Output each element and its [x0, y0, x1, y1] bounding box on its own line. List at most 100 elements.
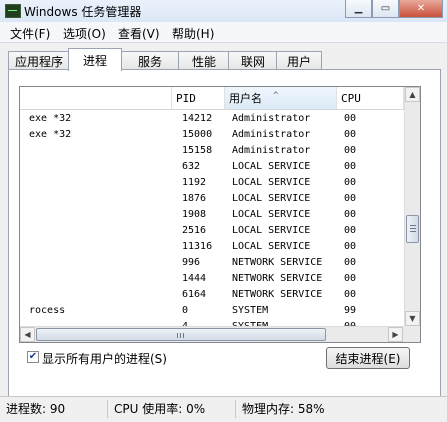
- column-header-pid[interactable]: PID: [172, 87, 225, 109]
- cpu-cell: 00: [344, 129, 357, 140]
- show-all-users-label[interactable]: 显示所有用户的进程(S): [42, 350, 167, 367]
- pid-cell: 1192: [182, 177, 207, 188]
- cpu-cell: 00: [344, 193, 357, 204]
- cpu-cell: 00: [344, 113, 357, 124]
- scroll-right-button[interactable]: ▶: [388, 327, 403, 342]
- cpu-cell: 99: [344, 305, 357, 316]
- menu-bar: 文件(F) 选项(O) 查看(V) 帮助(H): [0, 22, 447, 43]
- show-all-users-checkbox[interactable]: ✔: [27, 351, 39, 363]
- cpu-cell: 00: [344, 225, 357, 236]
- username-cell: NETWORK SERVICE: [232, 289, 323, 300]
- menu-help[interactable]: 帮助(H): [172, 25, 214, 42]
- cpu-cell: 00: [344, 257, 357, 268]
- process-rows: exe *32 14212 Administrator 00 exe *32 15000 A…: [20, 111, 404, 327]
- username-cell: NETWORK SERVICE: [232, 257, 323, 268]
- process-row[interactable]: 1908 LOCAL SERVICE 00: [20, 207, 404, 223]
- username-cell: Administrator: [232, 129, 311, 140]
- process-row[interactable]: 1444 NETWORK SERVICE 00: [20, 271, 404, 287]
- pid-cell: 632: [182, 161, 201, 172]
- column-header-cpu[interactable]: CPU: [337, 87, 404, 109]
- checkmark-icon: ✔: [28, 351, 38, 362]
- task-manager-app-icon: [5, 4, 21, 18]
- process-row[interactable]: 1192 LOCAL SERVICE 00: [20, 175, 404, 191]
- cpu-cell: 00: [344, 289, 357, 300]
- username-cell: LOCAL SERVICE: [232, 193, 311, 204]
- horizontal-scrollbar[interactable]: ◀ ▶: [20, 326, 404, 342]
- minimize-button[interactable]: ▁: [345, 0, 372, 18]
- username-cell: LOCAL SERVICE: [232, 161, 311, 172]
- pid-cell: 6164: [182, 289, 207, 300]
- end-process-button[interactable]: 结束进程(E): [326, 347, 410, 369]
- menu-options[interactable]: 选项(O): [63, 25, 106, 42]
- process-row[interactable]: exe *32 14212 Administrator 00: [20, 111, 404, 127]
- process-name-cell: rocess: [29, 305, 66, 316]
- pid-cell: 15000: [182, 129, 213, 140]
- close-button[interactable]: ✕: [399, 0, 443, 18]
- close-icon: ✕: [416, 3, 426, 14]
- window-controls: ▁ ▭ ✕: [345, 0, 443, 18]
- cpu-cell: 00: [344, 161, 357, 172]
- process-list-header: PID 用户名 ^ CPU: [20, 87, 420, 110]
- tab-processes[interactable]: 进程: [68, 48, 122, 71]
- maximize-icon: ▭: [380, 3, 391, 14]
- tab-applications[interactable]: 应用程序: [8, 51, 70, 70]
- process-row[interactable]: rocess 0 SYSTEM 99: [20, 303, 404, 319]
- pid-cell: 0: [182, 305, 189, 316]
- minimize-icon: ▁: [354, 3, 363, 14]
- username-cell: NETWORK SERVICE: [232, 273, 323, 284]
- process-row[interactable]: 996 NETWORK SERVICE 00: [20, 255, 404, 271]
- pid-cell: 1444: [182, 273, 207, 284]
- username-cell: LOCAL SERVICE: [232, 177, 311, 188]
- tab-services[interactable]: 服务: [120, 51, 180, 70]
- username-cell: LOCAL SERVICE: [232, 241, 311, 252]
- pid-cell: 1876: [182, 193, 207, 204]
- username-cell: LOCAL SERVICE: [232, 209, 311, 220]
- cpu-cell: 00: [344, 273, 357, 284]
- menu-file[interactable]: 文件(F): [10, 25, 50, 42]
- scroll-up-button[interactable]: ▲: [405, 87, 420, 102]
- status-bar: 进程数: 90 CPU 使用率: 0% 物理内存: 58%: [0, 396, 447, 422]
- scroll-left-button[interactable]: ◀: [20, 327, 35, 342]
- username-cell: Administrator: [232, 145, 311, 156]
- title-bar[interactable]: Windows 任务管理器 ▁ ▭ ✕: [0, 0, 447, 23]
- process-name-cell: exe *32: [29, 129, 72, 140]
- scroll-right-icon: ▶: [392, 330, 399, 339]
- maximize-button[interactable]: ▭: [372, 0, 399, 18]
- cpu-cell: 00: [344, 209, 357, 220]
- tab-performance[interactable]: 性能: [178, 51, 230, 70]
- process-row[interactable]: 632 LOCAL SERVICE 00: [20, 159, 404, 175]
- status-process-count: 进程数: 90: [2, 400, 108, 418]
- status-physical-memory: 物理内存: 58%: [242, 402, 325, 416]
- sort-ascending-icon: ^: [273, 91, 279, 101]
- vertical-scroll-thumb[interactable]: [406, 215, 419, 243]
- process-row[interactable]: 15158 Administrator 00: [20, 143, 404, 159]
- process-row[interactable]: 1876 LOCAL SERVICE 00: [20, 191, 404, 207]
- cpu-cell: 00: [344, 145, 357, 156]
- username-cell: Administrator: [232, 113, 311, 124]
- column-header-username[interactable]: 用户名 ^: [225, 87, 337, 109]
- status-cpu-usage: CPU 使用率: 0%: [110, 400, 236, 418]
- process-row[interactable]: 2516 LOCAL SERVICE 00: [20, 223, 404, 239]
- pid-cell: 996: [182, 257, 201, 268]
- tab-networking[interactable]: 联网: [228, 51, 278, 70]
- pid-cell: 15158: [182, 145, 213, 156]
- process-row[interactable]: 11316 LOCAL SERVICE 00: [20, 239, 404, 255]
- horizontal-scroll-thumb[interactable]: [36, 328, 326, 341]
- username-cell: SYSTEM: [232, 305, 269, 316]
- tab-users[interactable]: 用户: [276, 51, 322, 70]
- scroll-left-icon: ◀: [24, 330, 31, 339]
- menu-view[interactable]: 查看(V): [118, 25, 160, 42]
- vertical-scrollbar[interactable]: ▲ ▼: [404, 87, 420, 326]
- window-title: Windows 任务管理器: [24, 5, 142, 19]
- process-row[interactable]: exe *32 15000 Administrator 00: [20, 127, 404, 143]
- column-header-name[interactable]: [20, 87, 172, 109]
- process-name-cell: exe *32: [29, 113, 72, 124]
- scroll-down-icon: ▼: [409, 314, 416, 323]
- pid-cell: 2516: [182, 225, 207, 236]
- username-cell: LOCAL SERVICE: [232, 225, 311, 236]
- pid-cell: 14212: [182, 113, 213, 124]
- cpu-cell: 00: [344, 177, 357, 188]
- process-list[interactable]: PID 用户名 ^ CPU exe *32 14212 Administrator 0…: [19, 86, 421, 343]
- process-row[interactable]: 6164 NETWORK SERVICE 00: [20, 287, 404, 303]
- scroll-down-button[interactable]: ▼: [405, 311, 420, 326]
